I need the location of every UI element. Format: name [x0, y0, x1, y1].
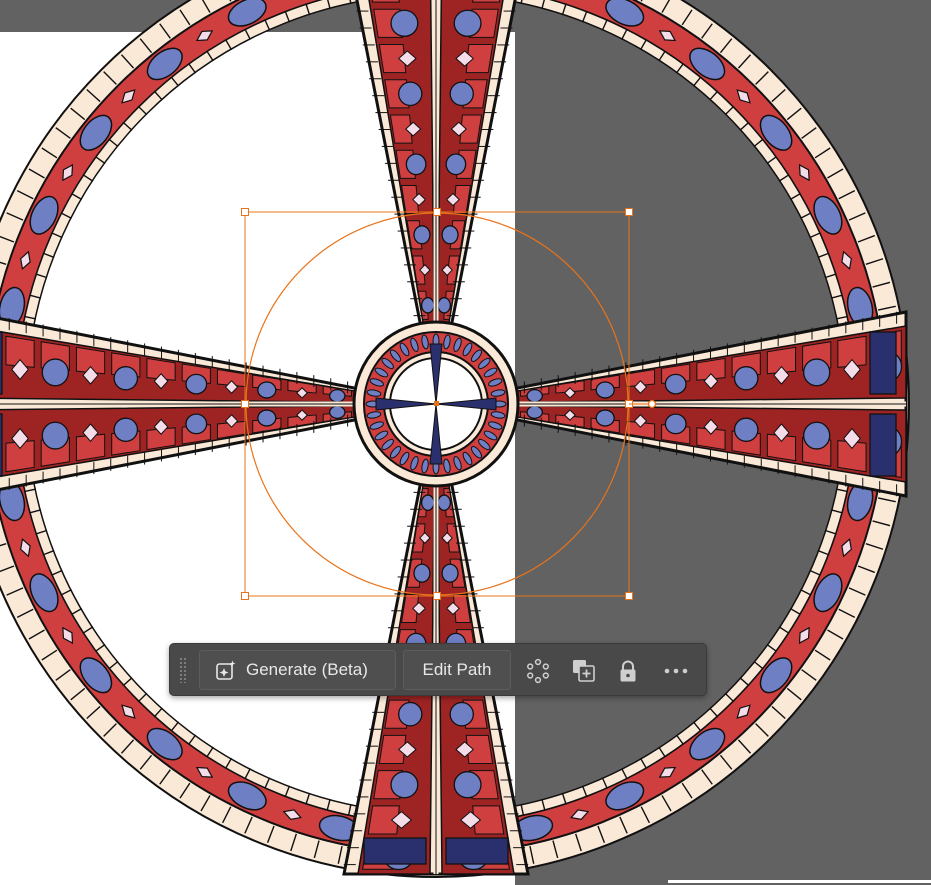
canvas-area[interactable]: [0, 0, 931, 885]
live-corner-widget[interactable]: [647, 399, 657, 409]
arm-oval: [733, 417, 759, 442]
lock-icon[interactable]: [614, 657, 642, 685]
arm-navy-tile: [0, 331, 3, 395]
arm-oval: [113, 417, 139, 442]
sparkle-generate-icon: [216, 660, 236, 680]
edit-path-label: Edit Path: [422, 660, 492, 679]
arm-oval: [437, 494, 452, 511]
arm-oval: [526, 388, 543, 403]
arm-navy-tile: [0, 413, 3, 477]
arm-oval: [437, 297, 451, 314]
arm-navy-tile: [445, 837, 509, 865]
center-point: [434, 401, 439, 406]
resize-handle[interactable]: [433, 592, 441, 600]
arm-oval: [526, 405, 543, 419]
arm-oval: [449, 81, 474, 107]
arm-oval: [41, 421, 69, 450]
arm-oval: [41, 358, 69, 387]
arm-oval: [595, 381, 615, 399]
arm-oval: [413, 563, 431, 583]
arm-oval: [441, 225, 459, 245]
arm-oval: [398, 81, 423, 107]
repeat-radial-icon[interactable]: [524, 657, 552, 685]
arm-oval: [405, 153, 427, 176]
arm-oval: [185, 373, 208, 395]
arm-oval: [185, 413, 208, 435]
arm-navy-tile: [869, 331, 897, 395]
resize-handle[interactable]: [625, 592, 633, 600]
artwork[interactable]: [0, 0, 931, 885]
arm-oval: [390, 771, 419, 799]
arm-oval: [398, 701, 423, 727]
resize-handle[interactable]: [433, 208, 441, 216]
duplicate-icon[interactable]: [570, 657, 598, 685]
arm-oval: [257, 381, 277, 399]
arm-oval: [329, 389, 346, 403]
arm-oval: [421, 494, 435, 511]
edit-path-button[interactable]: Edit Path: [403, 650, 511, 690]
arm-navy-tile: [363, 837, 427, 865]
pasteboard-edge: [668, 880, 931, 883]
resize-handle[interactable]: [241, 592, 249, 600]
resize-handle[interactable]: [241, 400, 249, 408]
contextual-task-bar[interactable]: Generate (Beta) Edit Path: [169, 643, 707, 696]
arm-oval: [445, 153, 467, 176]
resize-handle[interactable]: [241, 208, 249, 216]
arm-oval: [441, 563, 459, 583]
arm-oval: [449, 701, 474, 727]
more-options-icon[interactable]: [662, 657, 690, 685]
arm-oval: [390, 9, 419, 37]
arm-oval: [664, 413, 687, 435]
resize-handle[interactable]: [625, 208, 633, 216]
generate-beta-button[interactable]: Generate (Beta): [199, 650, 396, 690]
drag-grip-icon[interactable]: [179, 657, 187, 683]
arm-oval: [664, 373, 687, 395]
arm-oval: [257, 409, 277, 427]
arm-oval: [329, 405, 346, 420]
arm-oval: [803, 421, 831, 450]
arm-oval: [453, 9, 482, 37]
arm-oval: [413, 225, 431, 245]
arm-oval: [453, 771, 482, 799]
arm-navy-tile: [869, 413, 897, 477]
arm-oval: [420, 297, 435, 314]
arm-oval: [803, 358, 831, 387]
generate-beta-label: Generate (Beta): [246, 660, 368, 679]
arm-oval: [595, 409, 615, 427]
arm-oval: [113, 366, 139, 391]
arm-oval: [733, 366, 759, 391]
